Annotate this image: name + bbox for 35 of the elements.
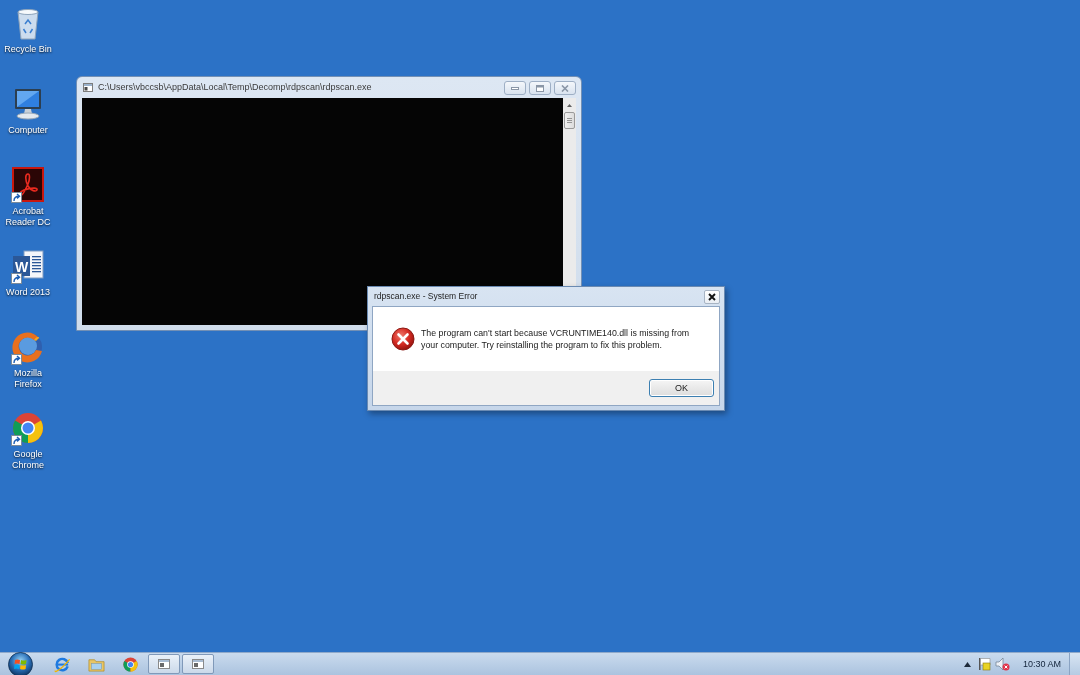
- desktop-icon-label[interactable]: Word 2013: [1, 287, 55, 298]
- dialog-title: rdpscan.exe - System Error: [374, 291, 478, 302]
- overflow-arrow-icon[interactable]: [963, 661, 971, 667]
- flag-icon[interactable]: [977, 657, 992, 671]
- minimize-icon: [511, 86, 519, 90]
- desktop-icon-label[interactable]: Acrobat Reader DC: [1, 206, 55, 228]
- console-app-icon: [83, 83, 93, 92]
- acrobat-logo-icon[interactable]: [10, 167, 46, 203]
- app-window-icon: [158, 659, 170, 669]
- maximize-button[interactable]: [529, 81, 551, 95]
- e-logo-icon[interactable]: [53, 655, 71, 673]
- window-title: C:\Users\vbccsb\AppData\Local\Temp\Decomp\rdpscan\rdpscan.exe: [98, 82, 372, 93]
- desktop-icon-label[interactable]: Recycle Bin: [1, 44, 55, 55]
- maximize-icon: [536, 84, 544, 92]
- up-arrow-icon: [567, 104, 572, 107]
- grip-icon: [567, 118, 572, 123]
- error-message: The program can't start because VCRUNTIME140.dll is missing from your computer. Try reinstalling the program to fix this problem.: [421, 327, 691, 351]
- start-orb-icon[interactable]: [8, 651, 33, 675]
- chrome-logo-icon[interactable]: [121, 655, 139, 673]
- chrome-logo-icon[interactable]: [10, 410, 46, 446]
- app-window-icon: [192, 659, 204, 669]
- taskbar-window-button[interactable]: [182, 654, 214, 674]
- desktop-icon-label[interactable]: Google Chrome: [1, 449, 55, 471]
- ok-button[interactable]: OK: [649, 379, 714, 397]
- error-icon: [391, 327, 415, 351]
- speaker-muted-icon[interactable]: [994, 657, 1010, 671]
- close-icon: [561, 84, 569, 92]
- clock[interactable]: 10:30 AM: [1022, 658, 1061, 670]
- scrollbar-thumb[interactable]: [564, 112, 575, 129]
- desktop-icon-label[interactable]: Mozilla Firefox: [1, 368, 55, 390]
- taskbar-window-button[interactable]: [148, 654, 180, 674]
- close-icon: [708, 292, 716, 301]
- minimize-button[interactable]: [504, 81, 526, 95]
- close-button[interactable]: [704, 289, 720, 304]
- desktop-icon-label[interactable]: Computer: [1, 125, 55, 136]
